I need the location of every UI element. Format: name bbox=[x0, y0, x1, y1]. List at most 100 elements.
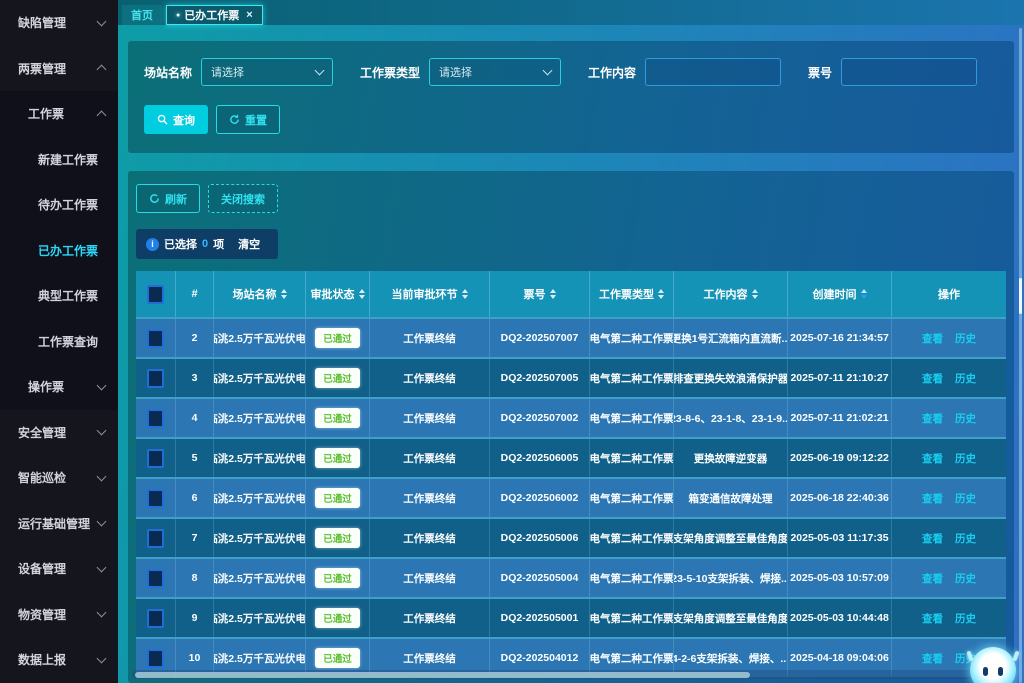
input-票号[interactable] bbox=[841, 58, 977, 86]
column-header[interactable]: 工作票类型 bbox=[590, 271, 674, 317]
history-link[interactable]: 历史 bbox=[955, 331, 976, 346]
row-checkbox[interactable] bbox=[147, 489, 164, 508]
row-select-cell bbox=[136, 519, 176, 557]
column-header[interactable]: 票号 bbox=[490, 271, 590, 317]
input-工作内容[interactable] bbox=[645, 58, 781, 86]
history-link[interactable]: 历史 bbox=[955, 611, 976, 626]
refresh-icon bbox=[149, 193, 160, 204]
row-select-cell bbox=[136, 599, 176, 637]
sidebar-item[interactable]: 操作票 bbox=[0, 364, 118, 410]
sidebar-item[interactable]: 待办工作票 bbox=[0, 182, 118, 228]
tab-label: 已办工作票 bbox=[184, 7, 239, 23]
view-link[interactable]: 查看 bbox=[922, 331, 943, 346]
sort-asc-icon bbox=[281, 289, 287, 293]
sidebar-item[interactable]: 物资管理 bbox=[0, 592, 118, 638]
select-all-checkbox[interactable] bbox=[147, 285, 164, 304]
sort-icon[interactable] bbox=[281, 289, 287, 299]
sidebar-item-label: 操作票 bbox=[28, 378, 64, 395]
sort-icon[interactable] bbox=[359, 289, 365, 299]
column-header[interactable]: 创建时间 bbox=[788, 271, 892, 317]
sort-asc-icon bbox=[861, 289, 867, 293]
chevron-down-icon bbox=[97, 471, 107, 481]
status-badge: 已通过 bbox=[315, 328, 360, 348]
row-select-cell bbox=[136, 359, 176, 397]
history-link[interactable]: 历史 bbox=[955, 531, 976, 546]
history-link[interactable]: 历史 bbox=[955, 411, 976, 426]
row-checkbox[interactable] bbox=[147, 409, 164, 428]
table-header-row: #场站名称审批状态当前审批环节票号工作票类型工作内容创建时间操作 bbox=[136, 271, 1006, 317]
tab-active[interactable]: ● 已办工作票 × bbox=[166, 5, 263, 25]
row-checkbox[interactable] bbox=[147, 449, 164, 468]
reset-button[interactable]: 重置 bbox=[216, 105, 280, 134]
approval-status-cell: 已通过 bbox=[306, 439, 370, 477]
sidebar-item-label: 工作票 bbox=[28, 105, 64, 122]
created-time: 2025-05-03 10:44:48 bbox=[788, 599, 892, 637]
query-button[interactable]: 查询 bbox=[144, 105, 208, 134]
work-content: 23-8-6、23-1-8、23-1-9... bbox=[674, 399, 788, 437]
history-link[interactable]: 历史 bbox=[955, 571, 976, 586]
search-field: 场站名称请选择 bbox=[144, 58, 333, 86]
view-link[interactable]: 查看 bbox=[922, 411, 943, 426]
column-header[interactable]: 场站名称 bbox=[214, 271, 306, 317]
close-search-label: 关闭搜索 bbox=[221, 191, 265, 207]
row-checkbox[interactable] bbox=[147, 649, 164, 668]
active-dot-icon: ● bbox=[176, 12, 180, 19]
view-link[interactable]: 查看 bbox=[922, 531, 943, 546]
vertical-scrollbar[interactable] bbox=[1019, 28, 1022, 683]
selection-prefix: 已选择 bbox=[164, 236, 197, 252]
sidebar-item[interactable]: 缺陷管理 bbox=[0, 0, 118, 46]
column-header[interactable]: 当前审批环节 bbox=[370, 271, 490, 317]
clear-selection-link[interactable]: 清空 bbox=[238, 236, 260, 252]
horizontal-scrollbar[interactable] bbox=[132, 670, 998, 679]
sidebar-item[interactable]: 智能巡检 bbox=[0, 455, 118, 501]
tab-inactive[interactable]: 首页 bbox=[122, 5, 162, 25]
view-link[interactable]: 查看 bbox=[922, 451, 943, 466]
horizontal-scrollbar-thumb[interactable] bbox=[135, 672, 750, 678]
row-actions: 查看历史 bbox=[892, 599, 1006, 637]
view-link[interactable]: 查看 bbox=[922, 611, 943, 626]
view-link[interactable]: 查看 bbox=[922, 651, 943, 666]
search-actions: 查询 重置 bbox=[144, 105, 1000, 134]
close-tab-icon[interactable]: × bbox=[246, 10, 252, 21]
history-link[interactable]: 历史 bbox=[955, 371, 976, 386]
ticket-number: DQ2-202505004 bbox=[490, 559, 590, 597]
row-checkbox[interactable] bbox=[147, 369, 164, 388]
created-time: 2025-05-03 10:57:09 bbox=[788, 559, 892, 597]
approval-status-cell: 已通过 bbox=[306, 479, 370, 517]
sidebar-item[interactable]: 安全管理 bbox=[0, 410, 118, 456]
row-checkbox[interactable] bbox=[147, 329, 164, 348]
row-checkbox[interactable] bbox=[147, 569, 164, 588]
row-checkbox[interactable] bbox=[147, 609, 164, 628]
view-link[interactable]: 查看 bbox=[922, 491, 943, 506]
sidebar-item[interactable]: 数据上报 bbox=[0, 637, 118, 683]
refresh-button[interactable]: 刷新 bbox=[136, 184, 200, 213]
sidebar-item[interactable]: 两票管理 bbox=[0, 46, 118, 92]
vertical-scrollbar-thumb[interactable] bbox=[1019, 278, 1022, 314]
sort-asc-icon bbox=[359, 289, 365, 293]
sort-icon[interactable] bbox=[861, 289, 867, 299]
row-checkbox[interactable] bbox=[147, 529, 164, 548]
sidebar-item[interactable]: 新建工作票 bbox=[0, 137, 118, 183]
select-工作票类型[interactable]: 请选择 bbox=[429, 58, 561, 86]
sidebar-item[interactable]: 工作票 bbox=[0, 91, 118, 137]
sidebar-item[interactable]: 已办工作票 bbox=[0, 228, 118, 274]
close-search-button[interactable]: 关闭搜索 bbox=[208, 184, 278, 213]
sidebar-item[interactable]: 工作票查询 bbox=[0, 319, 118, 365]
view-link[interactable]: 查看 bbox=[922, 371, 943, 386]
sort-icon[interactable] bbox=[550, 289, 556, 299]
select-场站名称[interactable]: 请选择 bbox=[201, 58, 333, 86]
robot-eye-right bbox=[998, 667, 1003, 676]
sidebar-item[interactable]: 设备管理 bbox=[0, 546, 118, 592]
sort-icon[interactable] bbox=[462, 289, 468, 299]
sort-icon[interactable] bbox=[658, 289, 664, 299]
history-link[interactable]: 历史 bbox=[955, 491, 976, 506]
column-header[interactable]: 工作内容 bbox=[674, 271, 788, 317]
work-content: 排查更换失效浪涌保护器 bbox=[674, 359, 788, 397]
column-header[interactable]: 审批状态 bbox=[306, 271, 370, 317]
sidebar-item[interactable]: 典型工作票 bbox=[0, 273, 118, 319]
table-row: 8临洮2.5万千瓦光伏电..已通过工作票终结DQ2-202505004电气第二种… bbox=[136, 557, 1006, 597]
sort-icon[interactable] bbox=[752, 289, 758, 299]
sidebar-item[interactable]: 运行基础管理 bbox=[0, 501, 118, 547]
history-link[interactable]: 历史 bbox=[955, 451, 976, 466]
view-link[interactable]: 查看 bbox=[922, 571, 943, 586]
